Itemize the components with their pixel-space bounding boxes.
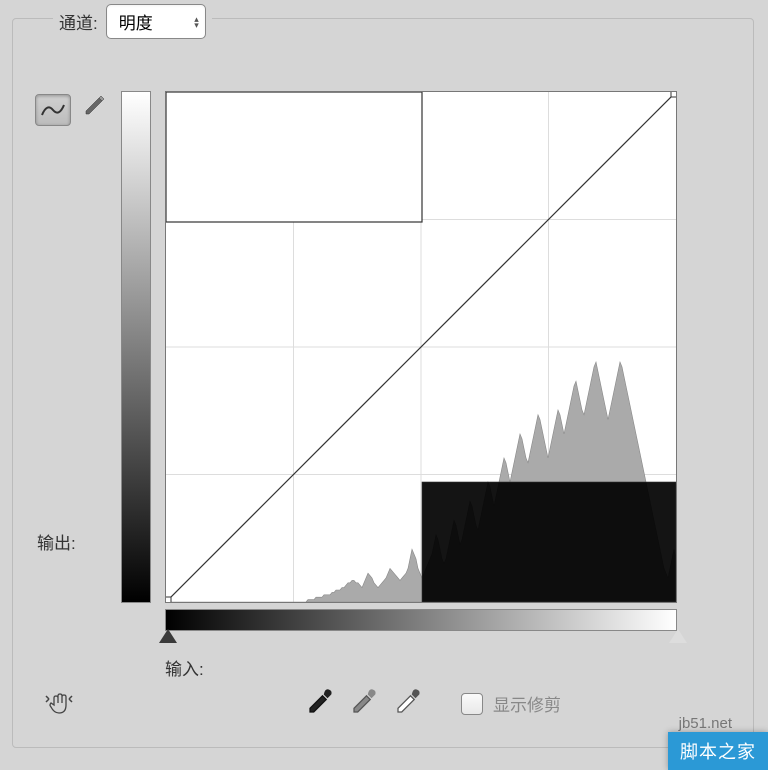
output-label: 输出: [37,529,76,554]
targeted-adjustment-tool[interactable] [45,691,75,719]
gray-eyedropper[interactable] [349,687,379,717]
white-eyedropper[interactable] [393,687,423,717]
updown-icon: ▴▾ [194,16,199,28]
checkbox-icon [461,693,483,715]
black-eyedropper[interactable] [305,687,335,717]
show-clipping-label: 显示修剪 [493,691,561,716]
channel-row: 通道: 明度 ▴▾ [53,4,212,39]
black-point-slider[interactable] [159,629,177,643]
watermark-url: jb51.net [679,715,732,732]
pencil-icon [83,94,107,118]
show-clipping-checkbox[interactable]: 显示修剪 [461,691,561,716]
curve-graph[interactable] [165,91,677,603]
curve-pencil-tool[interactable] [83,94,107,118]
channel-select[interactable]: 明度 ▴▾ [106,4,206,39]
curve-points-tool[interactable] [35,94,71,126]
input-gradient [165,609,677,631]
hand-icon [45,691,75,719]
watermark-text: 脚本之家 [668,732,768,770]
eyedropper-group [305,687,423,717]
input-label: 输入: [165,655,204,680]
output-gradient [121,91,151,603]
channel-label: 通道: [59,9,98,34]
curve-icon [41,101,65,119]
curve-tool-row [35,94,107,126]
curves-panel: 通道: 明度 ▴▾ 输出: 输入: [12,18,754,748]
curve-svg [166,92,676,602]
channel-value: 明度 [119,9,153,34]
white-point-slider[interactable] [669,629,687,643]
